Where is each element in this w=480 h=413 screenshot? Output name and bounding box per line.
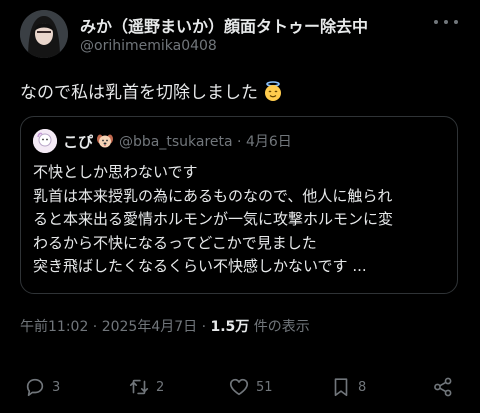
tweet-action-bar: 3 2 51 8 (0, 372, 480, 402)
like-button[interactable]: 51 (228, 372, 273, 402)
tweet-text: なので私は乳首を切除しました (20, 78, 284, 103)
reply-count: 3 (52, 379, 61, 395)
quoted-tweet-header: こぴ @bba_tsukareta · 4月6日 (33, 129, 292, 153)
author-avatar[interactable] (20, 10, 68, 58)
quoted-tweet-line: 突き飛ばしたくなるくらい不快感しかないです ... (33, 257, 367, 275)
quoted-author-avatar (33, 129, 57, 153)
retweet-count: 2 (156, 379, 165, 395)
like-count: 51 (256, 379, 273, 395)
retweet-button[interactable]: 2 (128, 372, 164, 402)
tweet-text-content: なので私は乳首を切除しました (20, 83, 258, 103)
quoted-tweet-text: 不快としか思わないです 乳首は本来授乳の為にあるものなので、他人に触られ ると本… (33, 161, 449, 279)
bookmark-button[interactable]: 8 (330, 372, 366, 402)
tweet-meta: 午前11:02 · 2025年4月7日 · 1.5万 件の表示 (20, 316, 310, 336)
author-handle[interactable]: @orihimemika0408 (80, 38, 217, 54)
quoted-tweet-line: ると本来出る愛情ホルモンが一気に攻撃ホルモンに変 (33, 210, 394, 228)
quoted-tweet-line: わるから不快になるってどこかで見ました (33, 233, 317, 252)
bookmark-icon (334, 378, 348, 397)
heart-icon (229, 378, 249, 396)
share-icon (434, 377, 452, 397)
reply-button[interactable]: 3 (24, 372, 60, 402)
quoted-tweet-line: 不快としか思わないです (33, 163, 198, 181)
dog-face-icon (97, 134, 114, 148)
tweet-timestamp[interactable]: 午前11:02 · 2025年4月7日 · (20, 319, 211, 335)
share-button[interactable] (432, 372, 454, 402)
angel-face-icon (265, 80, 281, 101)
retweet-icon (129, 379, 149, 395)
views-label: 件の表示 (249, 319, 310, 335)
views-count[interactable]: 1.5万 (211, 319, 250, 335)
quoted-author-name[interactable]: こぴ (63, 131, 93, 152)
reply-icon (26, 378, 44, 397)
quoted-tweet-card[interactable]: こぴ @bba_tsukareta · 4月6日 不快としか思わないです 乳首は… (20, 116, 458, 294)
quoted-tweet-line: 乳首は本来授乳の為にあるものなので、他人に触られ (33, 186, 393, 205)
more-options-icon[interactable] (434, 14, 458, 30)
quoted-author-handle-date: @bba_tsukareta · 4月6日 (119, 134, 292, 150)
author-display-name[interactable]: みか（遥野まいか）顔面タトゥー除去中 (80, 13, 368, 37)
bookmark-count: 8 (358, 379, 367, 395)
